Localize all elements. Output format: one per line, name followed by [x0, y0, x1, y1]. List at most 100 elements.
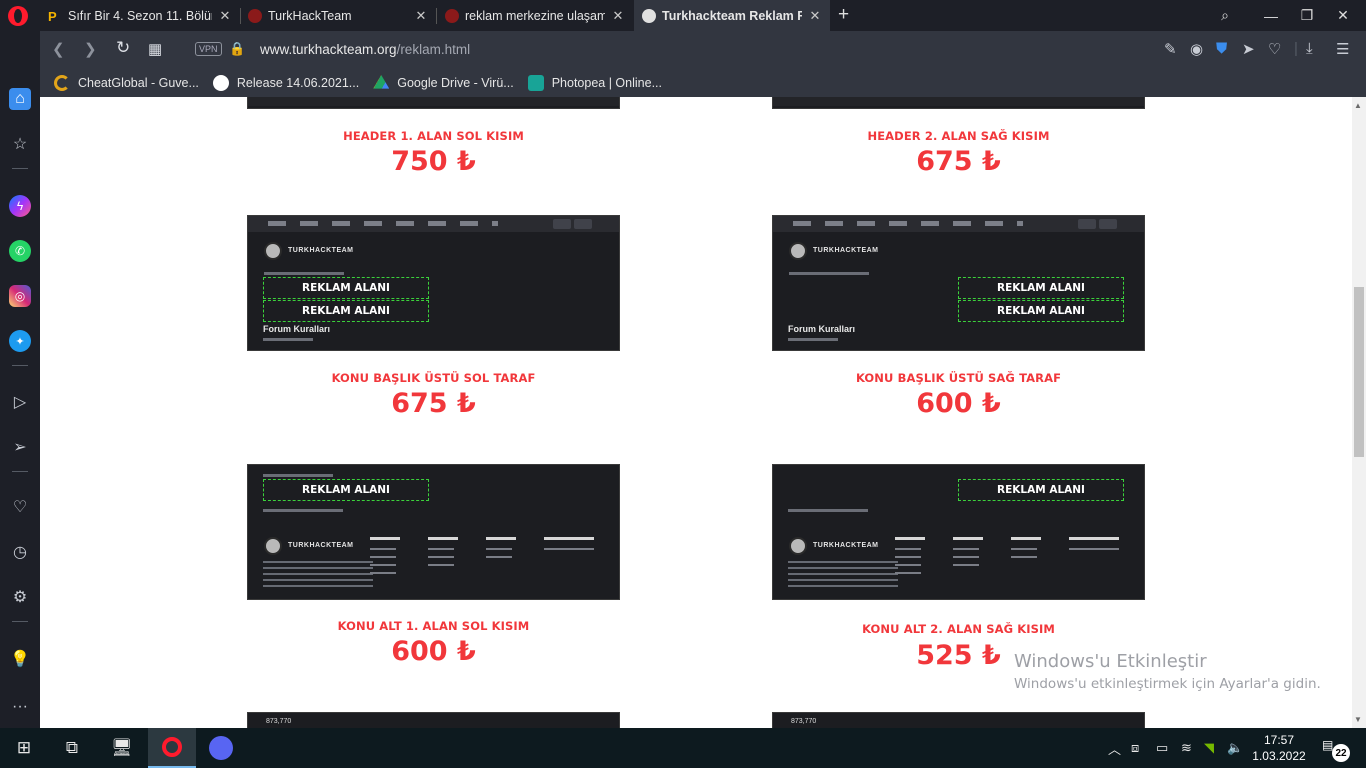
easy-setup-menu-icon[interactable]: ☰: [1336, 40, 1349, 58]
tab-reklam-merkezi[interactable]: reklam merkezine ulaşamıyo ✕: [437, 0, 633, 31]
tab-reklam-fiyatlari[interactable]: Turkhackteam Reklam Fiyat ✕: [634, 0, 830, 31]
reklam-alani-box: REKLAM ALANI: [263, 300, 429, 322]
ad-slot-label: KONU BAŞLIK ÜSTÜ SAĞ TARAF: [855, 371, 1062, 385]
bookmark-label: Release 14.06.2021...: [236, 76, 360, 90]
download-icon[interactable]: ⤓: [1306, 40, 1313, 57]
more-icon[interactable]: ···: [9, 696, 31, 718]
preview-forum-title: Forum Kuralları: [263, 324, 331, 334]
snapshot-camera-icon[interactable]: ◉: [1190, 40, 1203, 58]
send-icon[interactable]: ➤: [1242, 40, 1255, 58]
nvidia-icon[interactable]: ◥: [1204, 728, 1214, 768]
discord-icon[interactable]: [197, 728, 245, 768]
page-scrollbar[interactable]: ▲ ▼: [1352, 97, 1366, 728]
url-field[interactable]: www.turkhackteam.org/reklam.html: [260, 42, 470, 57]
scrollbar-thumb[interactable]: [1354, 287, 1364, 457]
battery-icon[interactable]: ▭: [1156, 728, 1168, 768]
ad-slot-label: KONU ALT 1. ALAN SOL KISIM: [337, 619, 530, 633]
opera-taskbar-icon[interactable]: [148, 728, 196, 768]
tab-label: TurkHackTeam: [268, 8, 352, 23]
preview-breadcrumb: [788, 509, 868, 512]
bookmark-google-drive[interactable]: Google Drive - Virü...: [373, 75, 514, 91]
taskbar-clock[interactable]: 17:57 1.03.2022: [1248, 732, 1310, 764]
tab-turkhackteam[interactable]: TurkHackTeam ✕: [240, 0, 436, 31]
network-adapter-icon[interactable]: ⧈: [1131, 728, 1139, 768]
ad-slot-label: HEADER 2. ALAN SAĞ KISIM: [867, 129, 1050, 143]
show-hidden-icons-icon[interactable]: ︿: [1108, 728, 1121, 768]
instagram-icon[interactable]: ◎: [9, 285, 31, 307]
send-icon[interactable]: ➢: [9, 436, 31, 458]
preview-nav-links: [268, 221, 498, 226]
sidebar-divider: [12, 621, 28, 622]
close-tab-icon[interactable]: ✕: [218, 8, 232, 24]
preview-brand: TURKHACKTEAM: [288, 247, 354, 254]
windows-start-icon[interactable]: ⊞: [0, 728, 48, 768]
reklam-alani-box: REKLAM ALANI: [958, 479, 1124, 501]
bookmarks-bar: CheatGlobal - Guve... Release 14.06.2021…: [40, 69, 1366, 97]
preview-nav-button: [1078, 219, 1096, 229]
whatsapp-icon[interactable]: ✆: [9, 240, 31, 262]
preview-strip: [248, 97, 619, 106]
new-tab-icon[interactable]: +: [838, 4, 849, 26]
scroll-down-icon[interactable]: ▼: [1354, 715, 1362, 724]
tabs-grid-icon[interactable]: ▦: [148, 40, 162, 58]
heart-icon[interactable]: ♡: [9, 496, 31, 518]
lightbulb-icon[interactable]: 💡: [9, 648, 31, 670]
ad-slot-label: KONU BAŞLIK ÜSTÜ SOL TARAF: [331, 371, 536, 385]
close-tab-icon[interactable]: ✕: [808, 8, 822, 24]
home-icon[interactable]: ⌂: [9, 88, 31, 110]
forward-icon[interactable]: ❯: [84, 40, 97, 58]
tab-sifir-bir[interactable]: P Sıfır Bir 4. Sezon 11. Bölüm ✕: [40, 0, 240, 31]
windows-taskbar: ⊞ ⧉ 🖥 ︿ ⧈ ▭ ≋ ◥ 🔈 17:57 1.03.2022 ▤ 22: [0, 728, 1366, 768]
bookmark-heart-icon[interactable]: ♡: [1268, 40, 1281, 58]
close-window-icon[interactable]: ✕: [1320, 0, 1366, 31]
opera-menu-icon[interactable]: [8, 6, 28, 26]
preview-nav-button: [574, 219, 592, 229]
preview-counter: 873,770: [266, 718, 292, 725]
search-tabs-icon[interactable]: ⌕: [1202, 0, 1248, 31]
lock-icon[interactable]: 🔒: [229, 41, 245, 57]
preview-meta: [788, 338, 838, 341]
back-icon[interactable]: ❮: [52, 40, 65, 58]
player-icon[interactable]: ▷: [9, 391, 31, 413]
action-center-icon[interactable]: ▤ 22: [1322, 738, 1350, 762]
scroll-up-icon[interactable]: ▲: [1354, 101, 1362, 110]
close-tab-icon[interactable]: ✕: [611, 8, 625, 24]
preview-footer-text: [788, 561, 898, 587]
volume-icon[interactable]: 🔈: [1227, 728, 1243, 768]
preview-footer-column: [486, 537, 526, 587]
clock-date: 1.03.2022: [1252, 749, 1306, 763]
remote-desktop-icon[interactable]: 🖥: [98, 728, 146, 768]
close-tab-icon[interactable]: ✕: [414, 8, 428, 24]
preview-brand: TURKHACKTEAM: [813, 247, 879, 254]
ad-blocker-shield-icon[interactable]: ⛊: [1216, 40, 1227, 57]
reload-icon[interactable]: ↻: [116, 38, 130, 58]
cheatglobal-icon: [54, 75, 70, 91]
edit-page-icon[interactable]: ✎: [1164, 40, 1177, 58]
opera-sidebar: ⌂ ☆ ϟ ✆ ◎ ✦ ▷ ➢ ♡ ◷ ⚙ 💡 ···: [0, 31, 40, 728]
preview-forum-title: Forum Kuralları: [788, 324, 856, 334]
bookmark-photopea[interactable]: Photopea | Online...: [527, 75, 662, 91]
bookmarks-star-icon[interactable]: ☆: [9, 133, 31, 155]
preview-nav-button: [553, 219, 571, 229]
preview-brand: TURKHACKTEAM: [813, 542, 879, 549]
bookmark-cheatglobal[interactable]: CheatGlobal - Guve...: [54, 75, 199, 91]
settings-icon[interactable]: ⚙: [9, 586, 31, 608]
turkhackteam-logo-icon: [789, 537, 807, 555]
notification-count-badge: 22: [1332, 744, 1350, 762]
windows-activation-title: Windows'u Etkinleştir: [1014, 651, 1207, 672]
ad-preview-image: TURKHACKTEAM REKLAM ALANI REKLAM ALANI F…: [772, 215, 1145, 351]
sidebar-divider: [12, 471, 28, 472]
ad-preview-image: 873,770: [247, 712, 620, 728]
ad-slot-label: KONU ALT 2. ALAN SAĞ KISIM: [862, 622, 1055, 636]
ad-preview-image: REKLAM ALANI TURKHACKTEAM: [772, 464, 1145, 600]
wifi-icon[interactable]: ≋: [1181, 728, 1192, 768]
history-icon[interactable]: ◷: [9, 541, 31, 563]
messenger-icon[interactable]: ϟ: [9, 195, 31, 217]
preview-share-icons: [263, 474, 333, 477]
vpn-badge[interactable]: VPN: [195, 42, 222, 56]
ad-preview-image: 873,770: [772, 712, 1145, 728]
twitter-icon[interactable]: ✦: [9, 330, 31, 352]
bookmark-release[interactable]: Release 14.06.2021...: [212, 75, 360, 91]
task-view-icon[interactable]: ⧉: [48, 728, 96, 768]
preview-strip: [773, 97, 1144, 106]
